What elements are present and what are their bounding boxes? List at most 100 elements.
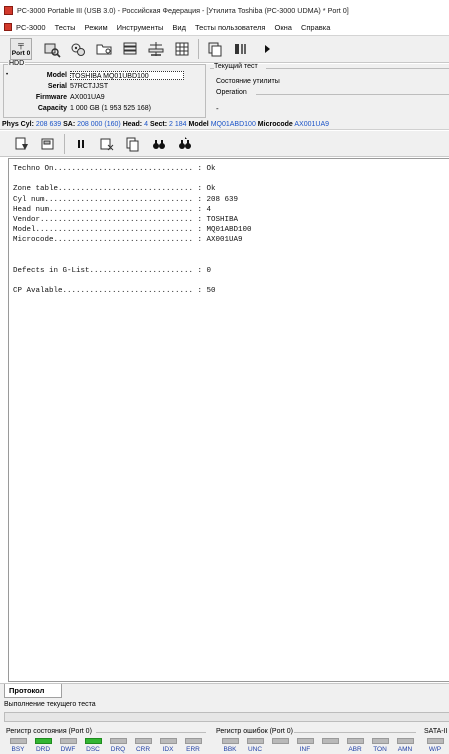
main-toolbar: ╤ Port 0 (0, 35, 449, 63)
pause-icon (78, 139, 84, 148)
log-icon (235, 44, 246, 54)
hdd-firmware-row: Firmware AX001UA9 (4, 93, 204, 102)
menu-bar: PC-3000 Тесты Режим Инструменты Вид Тест… (0, 20, 449, 34)
progress-bar (4, 712, 449, 722)
register-led (60, 738, 77, 744)
log-line: Vendor..................................… (13, 215, 239, 224)
register-led (35, 738, 52, 744)
port-button[interactable]: ╤ Port 0 (10, 38, 32, 60)
find-next-button[interactable] (175, 134, 195, 154)
menu-mode[interactable]: Режим (85, 23, 108, 32)
database-button[interactable] (120, 39, 140, 59)
status-register-line (96, 732, 206, 733)
menu-tools[interactable]: Инструменты (117, 23, 164, 32)
register-led (222, 738, 239, 744)
binoculars-next-icon (179, 136, 191, 149)
microcode-label: Microcode (257, 121, 293, 128)
menu-windows[interactable]: Окна (275, 23, 292, 32)
register-led-label: W/P (428, 746, 442, 753)
tab-protocol[interactable]: Протокол (4, 684, 62, 698)
hdd-capacity-key: Capacity (37, 105, 67, 112)
sect-value: 2 184 (169, 121, 187, 128)
open-log-button[interactable] (12, 134, 32, 154)
log-line: Techno On...............................… (13, 165, 216, 173)
model-value: MQ01ABD100 (210, 121, 256, 128)
register-led-label: ABR (348, 746, 362, 753)
register-led-label: UNC (247, 746, 263, 753)
folder-button[interactable] (94, 39, 114, 59)
register-led-label: AMN (397, 746, 413, 753)
drive-search-icon (44, 43, 61, 58)
play-button[interactable] (257, 39, 277, 59)
save-log-icon (41, 138, 54, 149)
register-led-label: BBK (223, 746, 237, 753)
window-titlebar: PC-3000 Portable III (USB 3.0) - Российс… (0, 0, 449, 20)
port-icon: ╤ (18, 40, 24, 49)
menu-view[interactable]: Вид (172, 23, 186, 32)
clear-log-button[interactable] (97, 134, 117, 154)
log-panel[interactable]: Techno On...............................… (8, 158, 449, 682)
folder-icon (96, 44, 112, 55)
log-line: Zone table..............................… (13, 185, 216, 194)
database-icon (123, 42, 137, 55)
find-button[interactable] (149, 134, 169, 154)
save-log-button[interactable] (38, 134, 58, 154)
log-line: Model...................................… (13, 226, 252, 235)
physcyl-value: 208 639 (35, 121, 62, 128)
register-led (297, 738, 314, 744)
register-led (427, 738, 444, 744)
play-icon (265, 45, 270, 53)
register-led (135, 738, 152, 744)
sa-value: 208 000 (160) (77, 121, 121, 128)
open-log-icon (15, 137, 28, 150)
register-led (10, 738, 27, 744)
register-led (247, 738, 264, 744)
pause-button[interactable] (71, 134, 91, 154)
window-title: PC-3000 Portable III (USB 3.0) - Российс… (17, 5, 349, 15)
operation-value: - (216, 104, 219, 113)
hdd-model-row[interactable]: Model TOSHIBA MQ01UBD100 (4, 71, 204, 80)
grid-button[interactable] (172, 39, 192, 59)
register-led-label: TON (373, 746, 387, 753)
menu-tests[interactable]: Тесты (55, 23, 76, 32)
drive-search-button[interactable] (42, 39, 62, 59)
register-led (160, 738, 177, 744)
register-led (372, 738, 389, 744)
progress-label: Выполнение текущего теста (4, 701, 96, 708)
hdd-group: HDD • Model TOSHIBA MQ01UBD100 Serial 57… (3, 60, 206, 118)
physcyl-label: Phys Cyl: (2, 121, 34, 128)
log-button[interactable] (231, 39, 251, 59)
menu-user-tests[interactable]: Тесты пользователя (195, 23, 266, 32)
sa-label: SA: (63, 121, 76, 128)
register-led-label: INF (299, 746, 311, 753)
current-test-legend: Текущий тест (214, 63, 258, 70)
head-value: 4 (144, 121, 148, 128)
log-line: Head num................................… (13, 205, 212, 214)
register-led-label: DRD (35, 746, 51, 753)
balance-button[interactable] (146, 39, 166, 59)
bottom-tabs: Протокол (0, 683, 449, 698)
toolbar-separator (198, 39, 199, 59)
operation-legend: Operation (216, 89, 247, 96)
hdd-firmware-value: AX001UA9 (70, 94, 105, 101)
microcode-value: AX001UA9 (294, 121, 330, 128)
register-led (322, 738, 339, 744)
head-label: Head: (122, 121, 143, 128)
model-label: Model (188, 121, 209, 128)
menu-pc3000[interactable]: PC-3000 (16, 23, 46, 32)
copy-button[interactable] (205, 39, 225, 59)
copy-log-icon (126, 137, 139, 151)
app-menu-icon[interactable] (4, 23, 12, 31)
register-led (85, 738, 102, 744)
gears-button[interactable] (68, 39, 88, 59)
register-led-label: DSC (86, 746, 100, 753)
drive-info-area: HDD • Model TOSHIBA MQ01UBD100 Serial 57… (0, 60, 449, 119)
hdd-model-key: Model (46, 72, 67, 79)
menu-help[interactable]: Справка (301, 23, 330, 32)
port-label: Port 0 (11, 50, 31, 57)
log-toolbar-separator (64, 133, 65, 154)
log-toolbar (0, 131, 449, 157)
copy-log-button[interactable] (123, 134, 143, 154)
